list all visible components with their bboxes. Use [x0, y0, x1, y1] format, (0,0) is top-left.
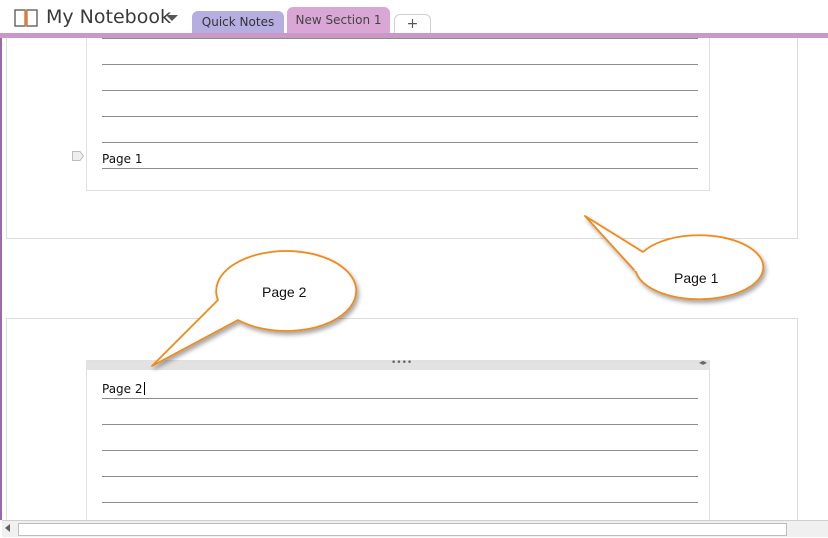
tab-new-section-1[interactable]: New Section 1 [287, 7, 390, 33]
resize-arrows-icon[interactable]: ◂▸ [699, 358, 707, 367]
page-edge-border [0, 38, 2, 520]
callout-text-page-1: Page 1 [674, 270, 719, 286]
ruled-line [102, 424, 698, 425]
text-cursor [143, 382, 145, 395]
horizontal-scrollbar[interactable] [2, 520, 828, 537]
note-tag-icon[interactable] [72, 151, 84, 161]
ruled-line [102, 502, 698, 503]
drag-dots-icon[interactable]: •••• [391, 358, 412, 368]
ruled-line [102, 90, 698, 91]
callout-text-page-2: Page 2 [262, 284, 307, 300]
ruled-line [102, 38, 698, 39]
chevron-down-icon[interactable] [166, 15, 178, 21]
note-container-1[interactable]: Page 1 [86, 38, 710, 191]
notebook-title[interactable]: My Notebook [46, 6, 171, 28]
note-text-page-1[interactable]: Page 1 [102, 152, 143, 166]
ruled-line [102, 476, 698, 477]
note-text-page-2[interactable]: Page 2 [102, 382, 145, 396]
note-container-2[interactable]: •••• ◂▸ Page 2 [86, 358, 710, 521]
tab-quick-notes[interactable]: Quick Notes [192, 11, 284, 33]
ruled-line [102, 142, 698, 143]
scrollbar-thumb[interactable] [18, 523, 787, 536]
add-section-button[interactable]: + [394, 14, 431, 34]
ruled-line [102, 398, 698, 399]
notebook-icon[interactable] [14, 9, 38, 27]
ruled-line [102, 64, 698, 65]
arrow-left-icon[interactable] [5, 524, 10, 532]
container-move-handle[interactable]: •••• ◂▸ [87, 358, 709, 370]
ruled-line [102, 168, 698, 169]
ruled-line [102, 450, 698, 451]
ruled-line [102, 116, 698, 117]
